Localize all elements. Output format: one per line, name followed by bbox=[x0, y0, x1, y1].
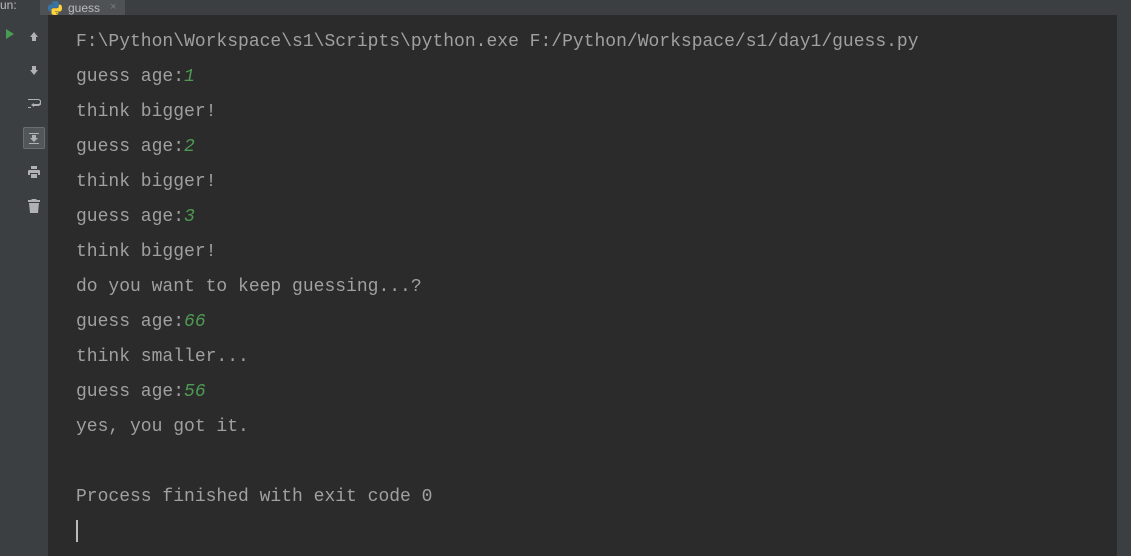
down-arrow-button[interactable] bbox=[23, 59, 45, 81]
output-line: guess age:3 bbox=[76, 200, 1117, 235]
soft-wrap-button[interactable] bbox=[23, 93, 45, 115]
blank-line bbox=[76, 445, 1117, 480]
trash-button[interactable] bbox=[23, 195, 45, 217]
input-caret bbox=[76, 520, 78, 542]
console-output[interactable]: F:\Python\Workspace\s1\Scripts\python.ex… bbox=[48, 15, 1117, 556]
output-line: yes, you got it. bbox=[76, 410, 1117, 445]
command-line: F:\Python\Workspace\s1\Scripts\python.ex… bbox=[76, 25, 1117, 60]
scrollbar-track[interactable] bbox=[1117, 15, 1131, 556]
tab-close-button[interactable]: × bbox=[110, 2, 117, 14]
tab-bar: un: guess × bbox=[0, 0, 1131, 15]
scroll-to-end-button[interactable] bbox=[23, 127, 45, 149]
caret-line bbox=[76, 515, 1117, 550]
output-line: guess age:1 bbox=[76, 60, 1117, 95]
output-line: think bigger! bbox=[76, 165, 1117, 200]
print-button[interactable] bbox=[23, 161, 45, 183]
rerun-button[interactable] bbox=[0, 23, 21, 45]
python-file-icon bbox=[48, 1, 62, 15]
output-line: think bigger! bbox=[76, 235, 1117, 270]
output-line: think smaller... bbox=[76, 340, 1117, 375]
output-line: guess age:2 bbox=[76, 130, 1117, 165]
main-area: F:\Python\Workspace\s1\Scripts\python.ex… bbox=[0, 15, 1131, 556]
up-arrow-button[interactable] bbox=[23, 25, 45, 47]
exit-code-line: Process finished with exit code 0 bbox=[76, 480, 1117, 515]
output-line: guess age:66 bbox=[76, 305, 1117, 340]
output-line: guess age:56 bbox=[76, 375, 1117, 410]
output-line: do you want to keep guessing...? bbox=[76, 270, 1117, 305]
run-tab-guess[interactable]: guess × bbox=[40, 0, 125, 15]
run-tool-label: un: bbox=[0, 0, 17, 12]
output-line: think bigger! bbox=[76, 95, 1117, 130]
left-gutter bbox=[0, 15, 20, 556]
tab-label: guess bbox=[68, 1, 100, 15]
run-toolbar bbox=[20, 15, 48, 556]
